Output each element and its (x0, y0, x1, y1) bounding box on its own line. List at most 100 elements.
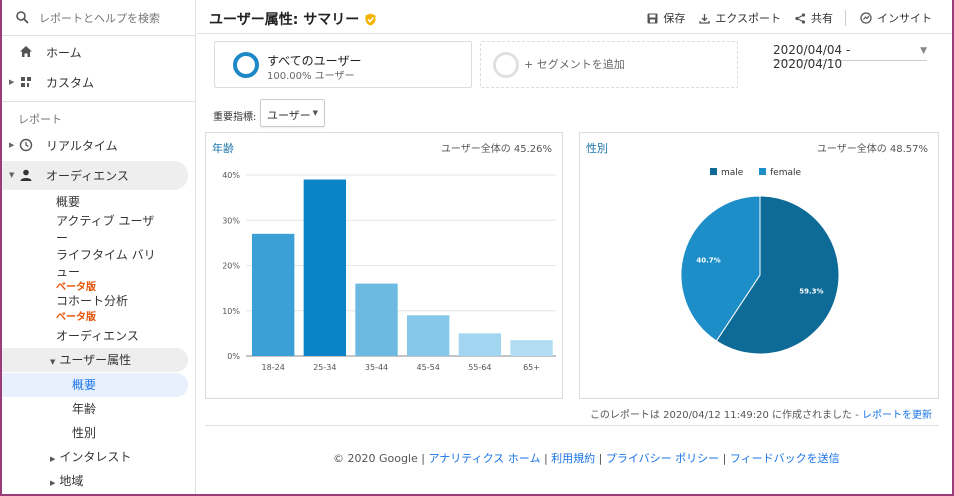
sidebar-subitem-audiences[interactable]: オーディエンス (56, 328, 139, 345)
sidebar-item-label: カスタム (46, 75, 95, 90)
footer-link-feedback[interactable]: フィードバックを送信 (730, 452, 840, 465)
sidebar-search[interactable]: レポートとヘルプを検索 (2, 0, 195, 36)
y-tick-label: 30% (222, 216, 240, 225)
gender-pie-chart: male female 59.3% 40.7% (680, 168, 840, 355)
footer-copyright: © 2020 Google (333, 452, 418, 465)
share-icon (795, 12, 806, 24)
x-tick-label: 25-34 (313, 363, 336, 372)
age-bar-chart: 0% 10% 20% 30% 40% 18-24 25-34 35-44 45-54 55-64 6… (222, 171, 556, 372)
download-icon (699, 13, 710, 24)
report-generated-note: このレポートは 2020/04/12 11:49:20 に作成されました - レ… (590, 406, 932, 421)
segment-all-users[interactable]: すべてのユーザー 100.00% ユーザー (214, 41, 472, 88)
caret-right-icon: ▶ (50, 479, 56, 487)
divider (2, 101, 195, 102)
toolbar: 保存 エクスポート 共有 インサイト (633, 10, 932, 26)
beta-badge: ベータ版 (56, 312, 96, 323)
caret-right-icon: ▶ (9, 78, 15, 86)
sidebar-subitem-label: インタレスト (59, 450, 132, 464)
y-tick-label: 40% (222, 171, 240, 180)
add-segment-ring-icon (493, 52, 519, 78)
add-segment-button[interactable]: + セグメントを追加 (480, 41, 738, 88)
clock-icon (19, 138, 33, 152)
sidebar-subitem-overview[interactable]: 概要 (56, 194, 80, 211)
y-tick-label: 10% (222, 307, 240, 316)
save-icon (647, 13, 658, 23)
sidebar-subitem-label: ユーザー属性 (59, 353, 132, 367)
bar (510, 340, 553, 356)
sidebar-subitem-demo-age[interactable]: 年齢 (72, 401, 96, 418)
sidebar-subitem-demo-gender[interactable]: 性別 (72, 425, 96, 442)
insights-icon (860, 12, 872, 24)
footer-link-privacy[interactable]: プライバシー ポリシー (606, 452, 719, 465)
section-label: レポート (18, 113, 62, 126)
home-icon (20, 46, 32, 57)
sidebar-item-realtime[interactable]: ▶ リアルタイム (2, 131, 195, 159)
refresh-report-link[interactable]: レポートを更新 (862, 410, 932, 421)
pie-data-label: 59.3% (799, 287, 823, 295)
verified-badge-icon (365, 13, 376, 25)
export-button[interactable]: エクスポート (699, 10, 781, 26)
divider (205, 425, 939, 426)
sidebar-subitem-demographics[interactable]: ▼ ユーザー属性 (50, 352, 131, 371)
sidebar: レポートとヘルプを検索 ホーム ▶ カスタム レポート ▶ リアルタイム ▼ オ… (2, 0, 196, 494)
dashboard-icon (21, 77, 31, 87)
sidebar-subitem-active-users-wrap: ー (56, 231, 69, 245)
save-label: 保存 (663, 12, 686, 25)
segment-ring-icon (233, 52, 259, 78)
date-range-text: 2020/04/04 - 2020/04/10 (773, 43, 851, 71)
sidebar-item-label: リアルタイム (46, 138, 118, 153)
gender-chart-panel: 性別 ユーザー全体の 48.57% male female 59.3% 40.7% (579, 132, 939, 399)
pie-data-label: 40.7% (696, 257, 720, 265)
bar (303, 179, 347, 356)
sidebar-subitem-demo-overview[interactable]: 概要 (72, 377, 96, 394)
metric-select[interactable]: ユーザー ▼ (260, 99, 325, 127)
sidebar-item-audience[interactable]: ▼ オーディエンス (2, 161, 195, 189)
report-note-text: このレポートは 2020/04/12 11:49:20 に作成されました - (589, 410, 862, 421)
legend-swatch (710, 168, 717, 175)
sidebar-item-custom[interactable]: ▶ カスタム (2, 68, 195, 96)
sidebar-subitem-active-users[interactable]: アクティブ ユーザ (56, 213, 154, 230)
caret-down-icon: ▼ (312, 109, 318, 117)
search-icon (16, 11, 29, 24)
sidebar-item-label: ホーム (46, 45, 82, 60)
footer: © 2020 Google | アナリティクス ホーム | 利用規約 | プライ… (333, 452, 840, 465)
sidebar-subitem-interests[interactable]: ▶ インタレスト (50, 449, 131, 468)
caret-down-icon: ▼ (50, 358, 56, 366)
x-tick-label: 65+ (523, 363, 540, 372)
caret-right-icon: ▶ (9, 141, 15, 149)
save-button[interactable]: 保存 (647, 10, 685, 26)
bar (252, 233, 295, 356)
toolbar-divider (845, 10, 846, 26)
metric-label: 重要指標: (213, 112, 257, 123)
header-divider (197, 33, 952, 34)
caret-right-icon: ▶ (50, 455, 56, 463)
page-title: ユーザー属性: サマリー (209, 9, 377, 29)
legend-label: male (721, 168, 744, 178)
sidebar-item-label: オーディエンス (46, 168, 129, 183)
metric-selected: ユーザー (267, 109, 311, 122)
add-segment-label: + セグメントを追加 (524, 58, 625, 71)
page-title-text: ユーザー属性: サマリー (209, 12, 360, 28)
bar (458, 333, 502, 356)
footer-link-analytics-home[interactable]: アナリティクス ホーム (428, 452, 540, 465)
footer-link-terms[interactable]: 利用規約 (551, 452, 595, 465)
sidebar-subitem-geo[interactable]: ▶ 地域 (50, 473, 83, 492)
x-tick-label: 35-44 (365, 363, 388, 372)
x-tick-label: 45-54 (417, 363, 440, 372)
y-tick-label: 0% (227, 352, 240, 361)
insights-label: インサイト (877, 12, 932, 25)
x-tick-label: 18-24 (262, 363, 285, 372)
sidebar-item-home[interactable]: ホーム (2, 38, 195, 66)
export-label: エクスポート (715, 12, 781, 25)
beta-badge: ベータ版 (56, 282, 96, 293)
legend-swatch (759, 168, 766, 175)
age-chart-panel: 年齢 ユーザー全体の 45.26% 0% 10% 20% 30% 40% 18-24 25-… (205, 132, 563, 399)
caret-down-icon: ▼ (9, 171, 15, 179)
legend-label: female (770, 168, 801, 178)
date-range-picker[interactable]: 2020/04/04 - 2020/04/10 ▼ (773, 43, 927, 71)
bar (407, 315, 450, 356)
insights-button[interactable]: インサイト (860, 10, 932, 26)
main-content: ユーザー属性: サマリー 保存 エクスポート 共有 インサイト すべてのユーザー… (197, 0, 952, 494)
sidebar-subitem-lifetime-value[interactable]: ライフタイム バリ (56, 247, 156, 264)
share-button[interactable]: 共有 (795, 10, 833, 26)
